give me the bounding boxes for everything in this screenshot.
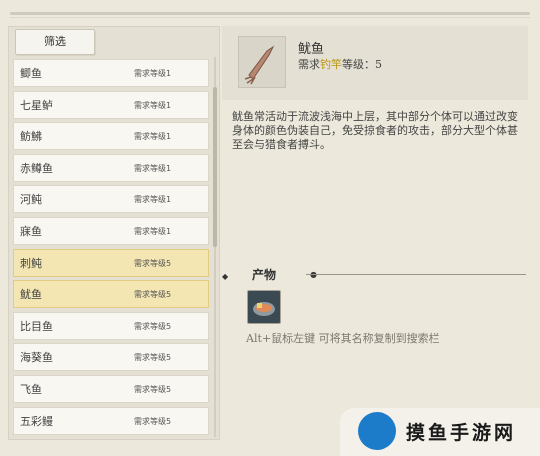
products-divider	[306, 274, 526, 275]
fish-req-level: 需求等级1	[134, 195, 172, 205]
fish-name: 鱿鱼	[20, 288, 42, 302]
top-divider	[10, 12, 530, 15]
fish-req-level: 需求等级5	[134, 384, 172, 394]
fish-list-item-selected[interactable]: 鱿鱼 需求等级5	[13, 280, 209, 309]
item-requirement: 需求钓竿等级：5	[298, 56, 382, 72]
fish-list-item[interactable]: 七星鲈 需求等级1	[13, 90, 209, 119]
fish-req-level: 需求等级5	[134, 258, 172, 268]
fish-req-level: 需求等级1	[134, 163, 172, 173]
scroll-thumb[interactable]	[213, 87, 217, 247]
fish-list-item[interactable]: 五彩鳗 需求等级5	[13, 406, 209, 435]
fish-list-item[interactable]: 鲂鮄 需求等级1	[13, 122, 209, 151]
fish-name: 鲂鮄	[20, 130, 42, 144]
fish-req-level: 需求等级1	[134, 100, 172, 110]
list-scrollbar[interactable]	[213, 57, 217, 437]
fish-list-item[interactable]: 寐鱼 需求等级1	[13, 216, 209, 245]
fish-req-level: 需求等级5	[134, 290, 172, 300]
req-prefix: 需求	[298, 58, 320, 71]
top-divider-thin	[10, 17, 530, 18]
fish-req-level: 需求等级5	[134, 416, 172, 426]
watermark-logo-icon	[358, 412, 396, 450]
fish-list-panel: 筛选 鲫鱼 需求等级1 七星鲈 需求等级1 鲂鮄 需求等级1 赤鳟鱼 需求等级1 河鲀需…	[8, 26, 220, 440]
fish-req-level: 需求等级1	[134, 69, 172, 78]
diamond-icon: ◆	[222, 272, 229, 281]
fish-name: 七星鲈	[20, 98, 53, 112]
fish-list: 鲫鱼 需求等级1 七星鲈 需求等级1 鲂鮄 需求等级1 赤鳟鱼 需求等级1 河鲀 需求等级…	[13, 59, 209, 438]
tool-name: 钓竿	[320, 58, 342, 71]
fish-name: 飞鱼	[20, 382, 42, 396]
fish-name: 刺鲀	[20, 256, 42, 270]
fish-list-item[interactable]: 刺鲀 需求等级5	[13, 248, 209, 277]
fish-list-item[interactable]: 赤鳟鱼 需求等级1	[13, 153, 209, 182]
site-watermark: 摸鱼手游网	[340, 408, 540, 456]
fish-name: 海葵鱼	[20, 351, 53, 365]
squid-icon	[238, 36, 286, 88]
fish-name: 比目鱼	[20, 319, 53, 333]
fish-list-item[interactable]: 鲫鱼 需求等级1	[13, 59, 209, 87]
fish-name: 鲫鱼	[20, 67, 42, 80]
fish-name: 河鲀	[20, 193, 42, 207]
fish-req-level: 需求等级5	[134, 321, 172, 331]
fish-name: 五彩鳗	[20, 414, 53, 428]
item-detail-header: 鱿鱼 需求钓竿等级：5	[222, 26, 528, 100]
fish-req-level: 需求等级5	[134, 353, 172, 363]
level-value: 5	[375, 58, 382, 71]
fish-req-level: 需求等级1	[134, 226, 172, 236]
fish-name: 赤鳟鱼	[20, 161, 53, 175]
filter-button[interactable]: 筛选	[15, 29, 95, 55]
products-title: 产物	[252, 268, 277, 282]
item-title: 鱿鱼	[298, 42, 325, 57]
product-item-icon[interactable]	[247, 290, 281, 324]
fish-list-item[interactable]: 河鲀 需求等级1	[13, 185, 209, 214]
fish-list-item[interactable]: 海葵鱼 需求等级5	[13, 343, 209, 372]
copy-hint: Alt+鼠标左键 可将其名称复制到搜索栏	[246, 332, 440, 345]
fish-name: 寐鱼	[20, 224, 42, 238]
fish-list-item[interactable]: 比目鱼 需求等级5	[13, 311, 209, 340]
fish-req-level: 需求等级1	[134, 132, 172, 142]
fish-list-item[interactable]: 飞鱼 需求等级5	[13, 374, 209, 403]
item-description: 鱿鱼常活动于流波浅海中上层，其中部分个体可以通过改变身体的颜色伪装自己，免受掠食…	[232, 110, 518, 151]
level-label: 等级：	[342, 58, 375, 71]
products-header: ◆ 产物 ●	[222, 268, 532, 282]
watermark-text: 摸鱼手游网	[406, 422, 517, 444]
